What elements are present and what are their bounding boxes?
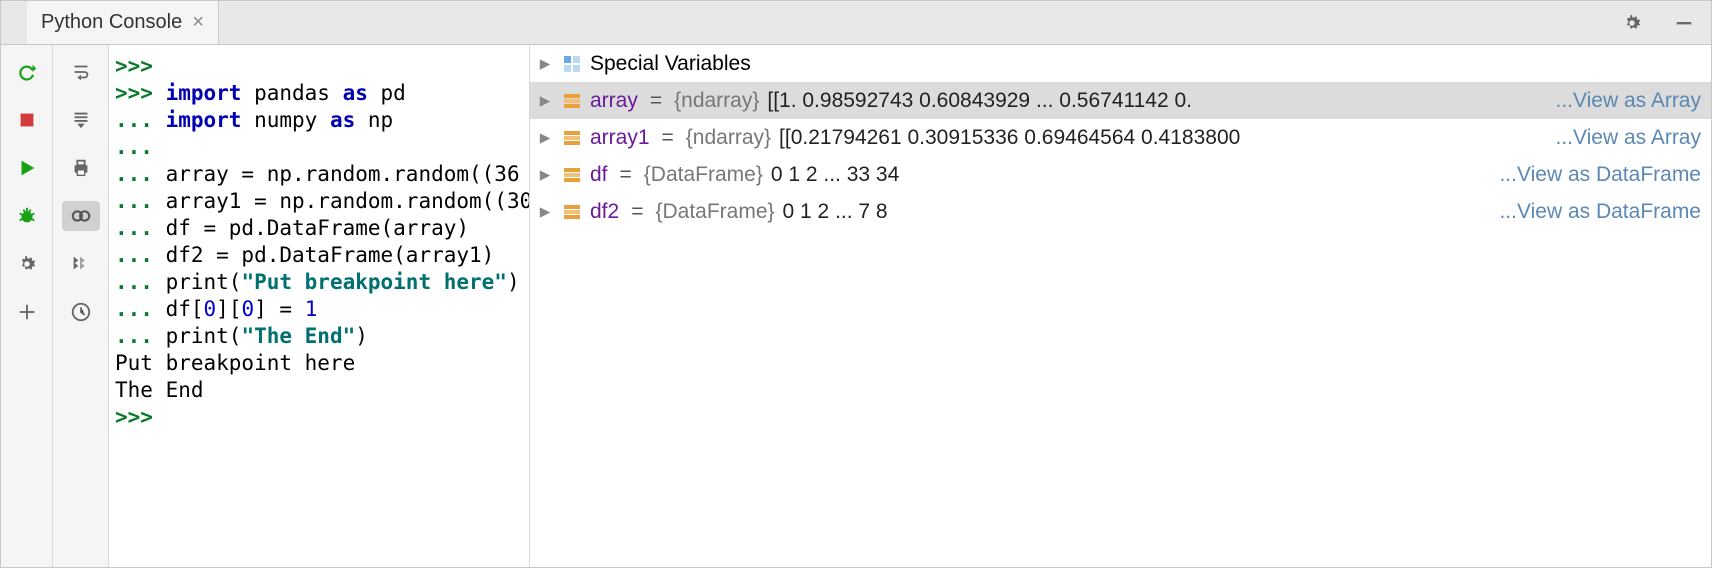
variable-value: [[0.21794261 0.30915336 0.69464564 0.418… xyxy=(779,126,1240,150)
close-icon[interactable]: × xyxy=(192,11,204,34)
console-output[interactable]: >>>>>> import pandas as pd... import num… xyxy=(109,45,529,567)
debug-icon[interactable] xyxy=(8,201,46,231)
chevron-right-icon: ▸ xyxy=(536,51,554,76)
chevron-right-icon: ▸ xyxy=(536,125,554,150)
show-vars-icon[interactable] xyxy=(62,201,100,231)
variable-name: df2 xyxy=(590,200,619,224)
variable-type: {ndarray} xyxy=(674,89,759,113)
variable-icon xyxy=(562,128,582,148)
tab-python-console[interactable]: Python Console × xyxy=(27,1,219,44)
variable-name: array xyxy=(590,89,638,113)
chevron-right-icon: ▸ xyxy=(536,162,554,187)
chevron-right-icon: ▸ xyxy=(536,199,554,224)
gear-icon[interactable] xyxy=(1613,8,1651,38)
run-icon[interactable] xyxy=(8,153,46,183)
rerun-icon[interactable] xyxy=(8,57,46,87)
settings-icon[interactable] xyxy=(8,249,46,279)
print-icon[interactable] xyxy=(62,153,100,183)
add-icon[interactable] xyxy=(8,297,46,327)
view-as-link[interactable]: ...View as Array xyxy=(1555,89,1711,113)
stop-icon[interactable] xyxy=(8,105,46,135)
tools-toolbar xyxy=(53,45,109,567)
variables-panel: ▸ Special Variables ▸array={ndarray} [[1… xyxy=(529,45,1711,567)
python-console-panel: Python Console × xyxy=(0,0,1712,568)
variable-type: {DataFrame} xyxy=(644,163,763,187)
scroll-end-icon[interactable] xyxy=(62,105,100,135)
view-as-link[interactable]: ...View as DataFrame xyxy=(1499,163,1711,187)
browse-history-icon[interactable] xyxy=(62,297,100,327)
variable-row[interactable]: ▸array={ndarray} [[1. 0.98592743 0.60843… xyxy=(530,82,1711,119)
variable-value: [[1. 0.98592743 0.60843929 ... 0.5674114… xyxy=(767,89,1192,113)
variable-type: {DataFrame} xyxy=(655,200,774,224)
tab-title: Python Console xyxy=(41,11,182,34)
variable-name: df xyxy=(590,163,608,187)
group-icon xyxy=(562,54,582,74)
variable-value: 0 1 2 ... 7 8 xyxy=(783,200,888,224)
soft-wrap-icon[interactable] xyxy=(62,57,100,87)
view-as-link[interactable]: ...View as DataFrame xyxy=(1499,200,1711,224)
minimize-icon[interactable] xyxy=(1665,8,1703,38)
variable-value: 0 1 2 ... 33 34 xyxy=(771,163,899,187)
variable-icon xyxy=(562,91,582,111)
special-vars-label: Special Variables xyxy=(590,52,751,76)
variable-icon xyxy=(562,202,582,222)
variable-name: array1 xyxy=(590,126,650,150)
run-toolbar xyxy=(1,45,53,567)
variable-type: {ndarray} xyxy=(686,126,771,150)
variable-icon xyxy=(562,165,582,185)
chevron-right-icon: ▸ xyxy=(536,88,554,113)
view-as-link[interactable]: ...View as Array xyxy=(1555,126,1711,150)
variable-row[interactable]: ▸df2={DataFrame} 0 1 2 ... 7 8 ...View a… xyxy=(530,193,1711,230)
special-variables-row[interactable]: ▸ Special Variables xyxy=(530,45,1711,82)
variable-row[interactable]: ▸array1={ndarray} [[0.21794261 0.3091533… xyxy=(530,119,1711,156)
header-actions xyxy=(1613,1,1703,44)
variable-row[interactable]: ▸df={DataFrame} 0 1 2 ... 33 34 ...View … xyxy=(530,156,1711,193)
panel-body: >>>>>> import pandas as pd... import num… xyxy=(1,45,1711,567)
console-history-icon[interactable] xyxy=(62,249,100,279)
tab-bar: Python Console × xyxy=(1,1,1711,45)
